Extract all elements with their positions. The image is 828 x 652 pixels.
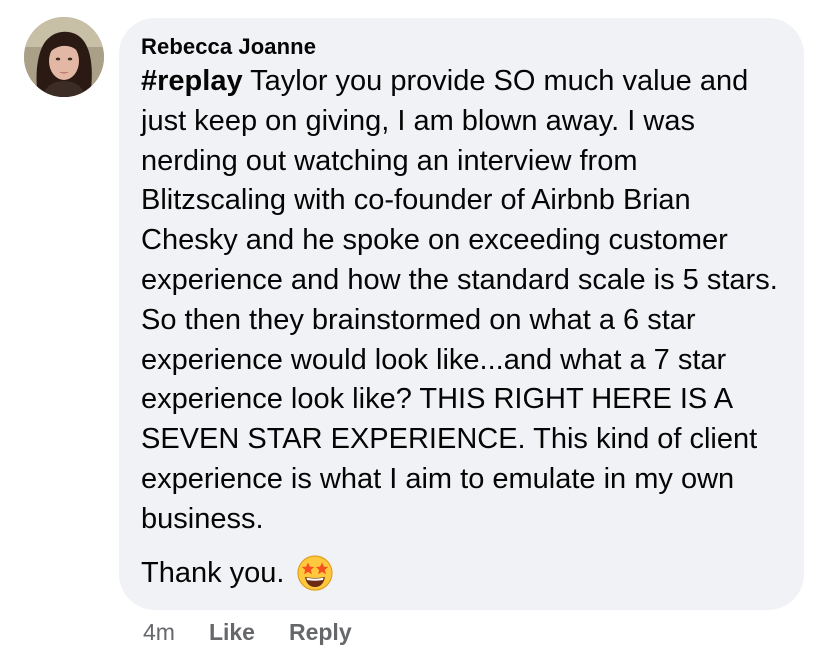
comment-closing-line: Thank you. xyxy=(141,553,784,593)
comment-text: #replay Taylor you provide SO much value… xyxy=(141,62,784,540)
comment-body: Taylor you provide SO much value and jus… xyxy=(141,65,778,535)
avatar[interactable] xyxy=(24,17,104,97)
comment-closing-text: Thank you. xyxy=(141,556,285,589)
comment-bubble: Rebecca Joanne #replay Taylor you provid… xyxy=(119,18,804,610)
like-button[interactable]: Like xyxy=(209,619,255,646)
star-struck-emoji-icon xyxy=(296,554,334,592)
avatar-photo xyxy=(24,17,104,97)
reply-button[interactable]: Reply xyxy=(289,619,352,646)
comment-actions: 4m Like Reply xyxy=(143,615,352,649)
comment-timestamp[interactable]: 4m xyxy=(143,619,175,646)
comment-author-name[interactable]: Rebecca Joanne xyxy=(141,33,784,61)
hashtag-link[interactable]: #replay xyxy=(141,65,243,97)
